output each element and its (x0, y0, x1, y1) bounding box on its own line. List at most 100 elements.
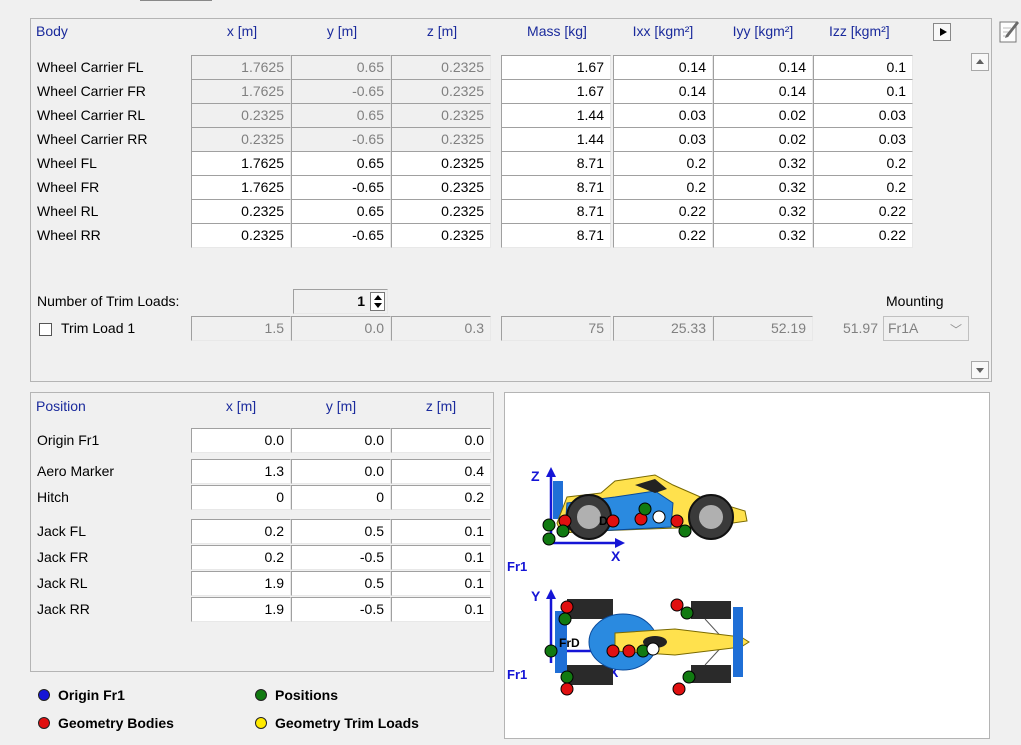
spin-updown-icon[interactable] (370, 292, 385, 311)
body-cell-izz[interactable]: 0.22 (813, 199, 913, 224)
body-cell-y[interactable]: -0.65 (291, 175, 391, 200)
mounting-value: Fr1A (888, 320, 919, 336)
body-cell-x: 1.7625 (191, 55, 291, 80)
trim-load-name: Trim Load 1 (61, 320, 136, 336)
mounting-dropdown[interactable]: Fr1A ﹀ (883, 316, 969, 341)
position-cell-y[interactable]: 0.5 (291, 571, 391, 596)
body-cell-mass[interactable]: 1.67 (501, 55, 611, 80)
position-cell-y[interactable]: 0.5 (291, 519, 391, 544)
body-cell-ixx[interactable]: 0.2 (613, 175, 713, 200)
position-cell-x[interactable]: 0.0 (191, 428, 291, 453)
header-ixx: Ixx [kgm²] (632, 23, 694, 39)
position-row-label: Origin Fr1 (37, 432, 100, 448)
position-row-label: Jack RR (37, 601, 90, 617)
body-cell-mass[interactable]: 1.44 (501, 103, 611, 128)
body-cell-izz[interactable]: 0.03 (813, 127, 913, 152)
body-cell-mass[interactable]: 8.71 (501, 223, 611, 248)
trim-load-y: 0.0 (291, 316, 391, 341)
body-cell-izz[interactable]: 0.2 (813, 151, 913, 176)
position-cell-z[interactable]: 0.1 (391, 545, 491, 570)
position-cell-x[interactable]: 1.9 (191, 597, 291, 622)
trim-load-z: 0.3 (391, 316, 491, 341)
body-cell-ixx[interactable]: 0.22 (613, 223, 713, 248)
body-cell-y[interactable]: 0.65 (291, 199, 391, 224)
position-cell-x[interactable]: 0.2 (191, 545, 291, 570)
body-table-scrollbar[interactable] (971, 53, 989, 379)
body-cell-iyy[interactable]: 0.14 (713, 79, 813, 104)
body-cell-iyy[interactable]: 0.32 (713, 199, 813, 224)
trim-load-checkbox[interactable] (39, 323, 52, 336)
position-cell-y[interactable]: -0.5 (291, 545, 391, 570)
body-cell-mass[interactable]: 8.71 (501, 151, 611, 176)
position-cell-z[interactable]: 0.1 (391, 571, 491, 596)
body-cell-ixx[interactable]: 0.14 (613, 79, 713, 104)
position-cell-y[interactable]: 0.0 (291, 459, 391, 484)
body-cell-ixx[interactable]: 0.22 (613, 199, 713, 224)
body-cell-izz[interactable]: 0.2 (813, 175, 913, 200)
body-cell-mass[interactable]: 1.67 (501, 79, 611, 104)
body-cell-x[interactable]: 1.7625 (191, 175, 291, 200)
body-cell-x[interactable]: 0.2325 (191, 199, 291, 224)
body-cell-iyy[interactable]: 0.32 (713, 223, 813, 248)
body-cell-izz[interactable]: 0.22 (813, 223, 913, 248)
more-columns-button[interactable] (933, 23, 951, 41)
body-cell-x[interactable]: 0.2325 (191, 223, 291, 248)
body-cell-ixx[interactable]: 0.14 (613, 55, 713, 80)
body-cell-mass[interactable]: 8.71 (501, 199, 611, 224)
edit-pencil-icon[interactable] (999, 20, 1019, 44)
body-cell-izz[interactable]: 0.03 (813, 103, 913, 128)
position-cell-z[interactable]: 0.2 (391, 485, 491, 510)
body-cell-iyy[interactable]: 0.32 (713, 151, 813, 176)
body-row-label: Wheel Carrier RL (37, 107, 146, 123)
body-cell-z[interactable]: 0.2325 (391, 151, 491, 176)
pos-header-z: z [m] (425, 398, 457, 414)
scroll-down-button[interactable] (971, 361, 989, 379)
legend-positions-label: Positions (275, 687, 339, 703)
position-row-label: Jack FL (37, 523, 87, 539)
position-cell-z[interactable]: 0.4 (391, 459, 491, 484)
body-cell-iyy[interactable]: 0.32 (713, 175, 813, 200)
body-cell-y: -0.65 (291, 127, 391, 152)
position-cell-y[interactable]: -0.5 (291, 597, 391, 622)
body-cell-y: 0.65 (291, 55, 391, 80)
body-cell-izz[interactable]: 0.1 (813, 79, 913, 104)
top-axis-y: Y (531, 588, 541, 604)
yellow-dot-icon (255, 717, 267, 729)
body-row-label: Wheel Carrier RR (37, 131, 148, 147)
position-cell-y[interactable]: 0.0 (291, 428, 391, 453)
pos-header-x: x [m] (225, 398, 257, 414)
body-cell-mass[interactable]: 8.71 (501, 175, 611, 200)
body-cell-y: 0.65 (291, 103, 391, 128)
header-body: Body (36, 23, 68, 39)
body-cell-izz[interactable]: 0.1 (813, 55, 913, 80)
body-cell-x[interactable]: 1.7625 (191, 151, 291, 176)
position-cell-z[interactable]: 0.1 (391, 597, 491, 622)
body-cell-ixx[interactable]: 0.03 (613, 103, 713, 128)
body-cell-z[interactable]: 0.2325 (391, 199, 491, 224)
position-cell-x[interactable]: 1.3 (191, 459, 291, 484)
body-cell-y[interactable]: 0.65 (291, 151, 391, 176)
body-cell-mass[interactable]: 1.44 (501, 127, 611, 152)
body-cell-iyy[interactable]: 0.02 (713, 103, 813, 128)
body-cell-ixx[interactable]: 0.2 (613, 151, 713, 176)
position-row-label: Jack FR (37, 549, 89, 565)
position-cell-x[interactable]: 0 (191, 485, 291, 510)
trim-loads-spinner[interactable]: 1 (293, 289, 388, 314)
body-cell-z[interactable]: 0.2325 (391, 175, 491, 200)
position-cell-z[interactable]: 0.1 (391, 519, 491, 544)
blue-dot-icon (38, 689, 50, 701)
body-cell-z[interactable]: 0.2325 (391, 223, 491, 248)
legend-geometry-trim-loads: Geometry Trim Loads (255, 715, 419, 731)
body-cell-ixx[interactable]: 0.03 (613, 127, 713, 152)
body-cell-iyy[interactable]: 0.14 (713, 55, 813, 80)
body-cell-iyy[interactable]: 0.02 (713, 127, 813, 152)
body-row-label: Wheel Carrier FL (37, 59, 144, 75)
car-diagram: Z X Fr1 D Y X Fr1 FrD (507, 467, 750, 696)
scroll-up-button[interactable] (971, 53, 989, 71)
position-cell-z[interactable]: 0.0 (391, 428, 491, 453)
body-cell-y[interactable]: -0.65 (291, 223, 391, 248)
position-cell-y[interactable]: 0 (291, 485, 391, 510)
position-cell-x[interactable]: 1.9 (191, 571, 291, 596)
header-position: Position (36, 398, 86, 414)
position-cell-x[interactable]: 0.2 (191, 519, 291, 544)
